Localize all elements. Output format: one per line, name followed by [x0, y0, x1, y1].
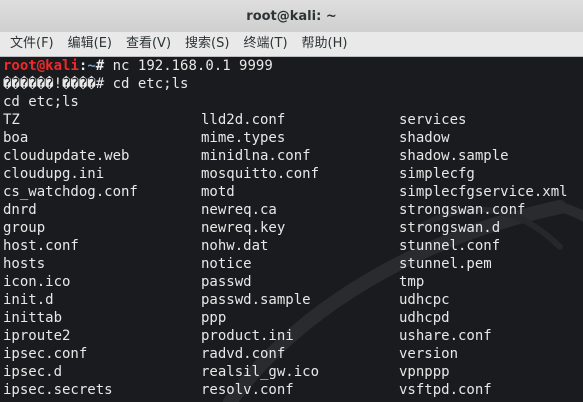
- listing-entry: nohw.dat: [201, 238, 269, 254]
- prompt-host: kali: [45, 58, 79, 74]
- listing-entry: udhcpc: [399, 292, 450, 308]
- listing-entry: stunnel.conf: [399, 238, 501, 254]
- listing-entry: passwd.sample: [201, 292, 311, 308]
- listing-entry: newreq.key: [201, 220, 286, 236]
- listing-entry: notice: [201, 256, 252, 272]
- listing-entry: group: [3, 220, 46, 236]
- listing-entry: passwd: [201, 274, 252, 290]
- prompt-line: root@kali:~# nc 192.168.0.1 9999: [3, 57, 273, 75]
- prompt-at: @: [36, 58, 46, 74]
- window-title: root@kali: ~: [246, 8, 337, 24]
- listing-entry: mime.types: [201, 130, 286, 146]
- listing-entry: newreq.ca: [201, 202, 277, 218]
- listing-entry: ppp: [201, 310, 227, 326]
- listing-entry: inittab: [3, 310, 63, 326]
- listing-entry: services: [399, 112, 467, 128]
- listing-entry: icon.ico: [3, 274, 71, 290]
- prompt-path: ~: [87, 58, 96, 74]
- menu-view[interactable]: 查看(V): [120, 32, 175, 56]
- listing-entry: shadow: [399, 130, 450, 146]
- listing-entry: product.ini: [201, 328, 294, 344]
- listing-entry: hosts: [3, 256, 46, 272]
- listing-entry: cloudupg.ini: [3, 166, 105, 182]
- listing-entry: lld2d.conf: [201, 112, 286, 128]
- listing-entry: udhcpd: [399, 310, 450, 326]
- listing-entry: shadow.sample: [399, 148, 509, 164]
- listing-entry: radvd.conf: [201, 346, 286, 362]
- listing-entry: motd: [201, 184, 235, 200]
- menu-search[interactable]: 搜索(S): [179, 32, 233, 56]
- listing-entry: version: [399, 346, 459, 362]
- listing-entry: cloudupdate.web: [3, 148, 130, 164]
- menu-help[interactable]: 帮助(H): [296, 32, 352, 56]
- prompt-user: root: [3, 58, 37, 74]
- listing-entry: ipsec.d: [3, 364, 63, 380]
- listing-entry: stunnel.pem: [399, 256, 492, 272]
- listing-entry: realsil_gw.ico: [201, 364, 320, 380]
- listing-entry: dnrd: [3, 202, 37, 218]
- terminal-area[interactable]: root@kali:~# nc 192.168.0.1 9999 ������!…: [0, 57, 583, 402]
- prompt-symbol: #: [95, 58, 105, 74]
- echo-line: cd etc;ls: [3, 94, 79, 110]
- listing-entry: simplecfg: [399, 166, 475, 182]
- listing-entry: tmp: [399, 274, 425, 290]
- listing-entry: strongswan.d: [399, 220, 501, 236]
- listing-entry: vsftpd.conf: [399, 382, 492, 398]
- listing-entry: boa: [3, 130, 29, 146]
- listing-entry: ipsec.conf: [3, 346, 88, 362]
- listing-entry: host.conf: [3, 238, 79, 254]
- listing-entry: ushare.conf: [399, 328, 492, 344]
- window-titlebar[interactable]: root@kali: ~: [0, 0, 583, 32]
- menu-terminal[interactable]: 终端(T): [237, 32, 291, 56]
- listing-entry: TZ: [3, 112, 20, 128]
- command-text: nc 192.168.0.1 9999: [104, 58, 273, 74]
- listing-entry: cs_watchdog.conf: [3, 184, 138, 200]
- menu-edit[interactable]: 编辑(E): [62, 32, 116, 56]
- listing-entry: mosquitto.conf: [201, 166, 320, 182]
- listing-entry: simplecfgservice.xml: [399, 184, 568, 200]
- listing-entry: init.d: [3, 292, 54, 308]
- remote-output-line: ������!����# cd etc;ls: [3, 76, 189, 92]
- menu-file[interactable]: 文件(F): [4, 32, 58, 56]
- listing-entry: strongswan.conf: [399, 202, 526, 218]
- listing-entry: minidlna.conf: [201, 148, 311, 164]
- listing-entry: ipsec.secrets: [3, 382, 113, 398]
- listing-entry: iproute2: [3, 328, 71, 344]
- listing-entry: resolv.conf: [201, 382, 294, 398]
- menu-bar: 文件(F) 编辑(E) 查看(V) 搜索(S) 终端(T) 帮助(H): [0, 32, 583, 57]
- listing-entry: vpnppp: [399, 364, 450, 380]
